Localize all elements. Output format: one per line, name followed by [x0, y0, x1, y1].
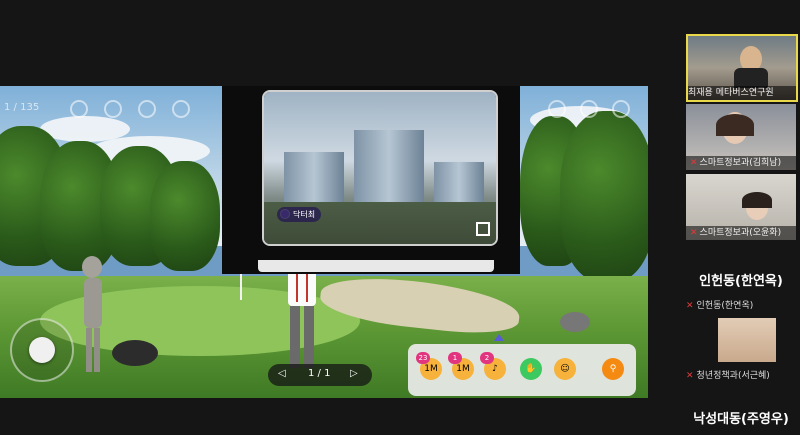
hud-settings-icon[interactable]	[580, 100, 598, 118]
mic-muted-icon: ✕	[686, 301, 694, 311]
mic-muted-icon: ✕	[690, 228, 698, 238]
emote-laugh-icon[interactable]: 1 1M	[448, 352, 474, 380]
page-indicator: 1 / 1	[308, 368, 331, 379]
user-tag: 닥터최	[277, 207, 322, 222]
participant-name: 스마트정보과(김희남)	[699, 158, 782, 168]
mic-muted-icon: ✕	[690, 158, 698, 168]
screen-pager: ◁ 1 / 1 ▷	[268, 364, 372, 386]
prev-page-icon[interactable]: ◁	[278, 368, 286, 379]
participant-name-large: 인헌동(한연옥)	[699, 274, 783, 289]
participant-name: 스마트정보과(오윤화)	[699, 228, 782, 238]
hud-counter: 1 / 135	[4, 102, 40, 113]
participant-name: 최재용 메타버스연구원	[688, 88, 774, 98]
metaverse-scene[interactable]: 닥터최 1 / 135 ◁ 1 / 1 ▷ 23 1M 1 1M 2 ♪ ✋ ☺ ⚲	[0, 86, 648, 398]
joystick-knob[interactable]	[29, 337, 55, 363]
hud-minus-icon[interactable]	[70, 100, 88, 118]
next-page-icon[interactable]: ▷	[350, 368, 358, 379]
statue-avatar[interactable]	[76, 256, 110, 374]
participant-name-large: 낙성대동(주영우)	[693, 412, 789, 427]
collapse-icon[interactable]	[494, 334, 504, 341]
participant-hair	[742, 192, 772, 208]
tree	[560, 111, 648, 281]
participant-tile[interactable]: ✕ 스마트정보과(김희남)	[686, 104, 796, 170]
screen-base	[258, 260, 494, 272]
emote-laugh-icon[interactable]: 23 1M	[416, 352, 442, 380]
emote-music-icon[interactable]: 2 ♪	[480, 352, 506, 380]
fullscreen-icon[interactable]	[476, 222, 490, 236]
hand-raise-icon[interactable]: ✋	[520, 358, 542, 380]
emote-hug-icon[interactable]: ☺	[554, 358, 576, 380]
rock	[112, 340, 158, 366]
participant-name-small: ✕ 인헌동(한연옥)	[686, 301, 754, 311]
shared-screen[interactable]	[262, 90, 498, 246]
mic-muted-icon: ✕	[686, 371, 694, 381]
emote-bar: 23 1M 1 1M 2 ♪ ✋ ☺ ⚲	[408, 334, 636, 396]
hud-camera-icon[interactable]	[104, 100, 122, 118]
participant-body	[734, 68, 768, 88]
participant-name-small: ✕ 청년정책과(서근혜)	[686, 371, 770, 381]
hud-more-icon[interactable]	[612, 100, 630, 118]
participant-hair	[716, 114, 754, 136]
rock	[560, 312, 590, 332]
emote-person-icon[interactable]: ⚲	[602, 358, 624, 380]
participant-thumbnail[interactable]	[718, 318, 776, 362]
participant-tile-active[interactable]: 최재용 메타버스연구원	[686, 34, 798, 102]
participants-panel: 최재용 메타버스연구원 ✕ 스마트정보과(김희남) ✕ 스마트정보과(오윤화) 인헌…	[682, 0, 800, 435]
tree	[150, 161, 220, 271]
hud-emoji-icon[interactable]	[138, 100, 156, 118]
hud-menu-icon[interactable]	[548, 100, 566, 118]
movement-joystick[interactable]	[10, 318, 74, 382]
participant-tile[interactable]: ✕ 스마트정보과(오윤화)	[686, 174, 796, 240]
hud-chat-icon[interactable]	[172, 100, 190, 118]
